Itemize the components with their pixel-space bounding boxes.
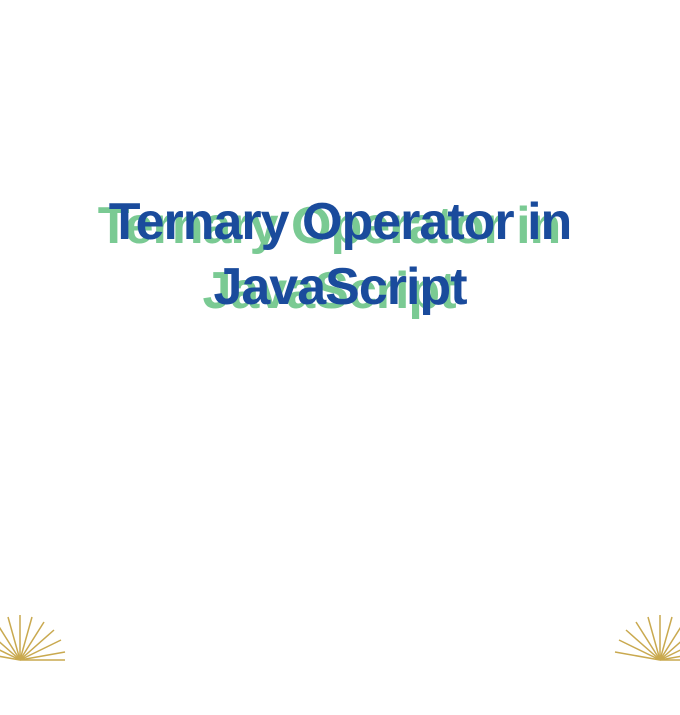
title-line-1: Ternary Operator in bbox=[109, 193, 572, 251]
sunburst-decoration-right bbox=[610, 610, 680, 710]
sunburst-icon bbox=[610, 610, 680, 710]
title-container: Ternary Operator in JavaScript Ternary O… bbox=[0, 190, 680, 320]
sunburst-decoration-left bbox=[0, 610, 70, 710]
title-line-2: JavaScript bbox=[213, 258, 466, 316]
title-main-text: Ternary Operator in JavaScript bbox=[30, 190, 650, 320]
sunburst-icon bbox=[0, 610, 70, 710]
